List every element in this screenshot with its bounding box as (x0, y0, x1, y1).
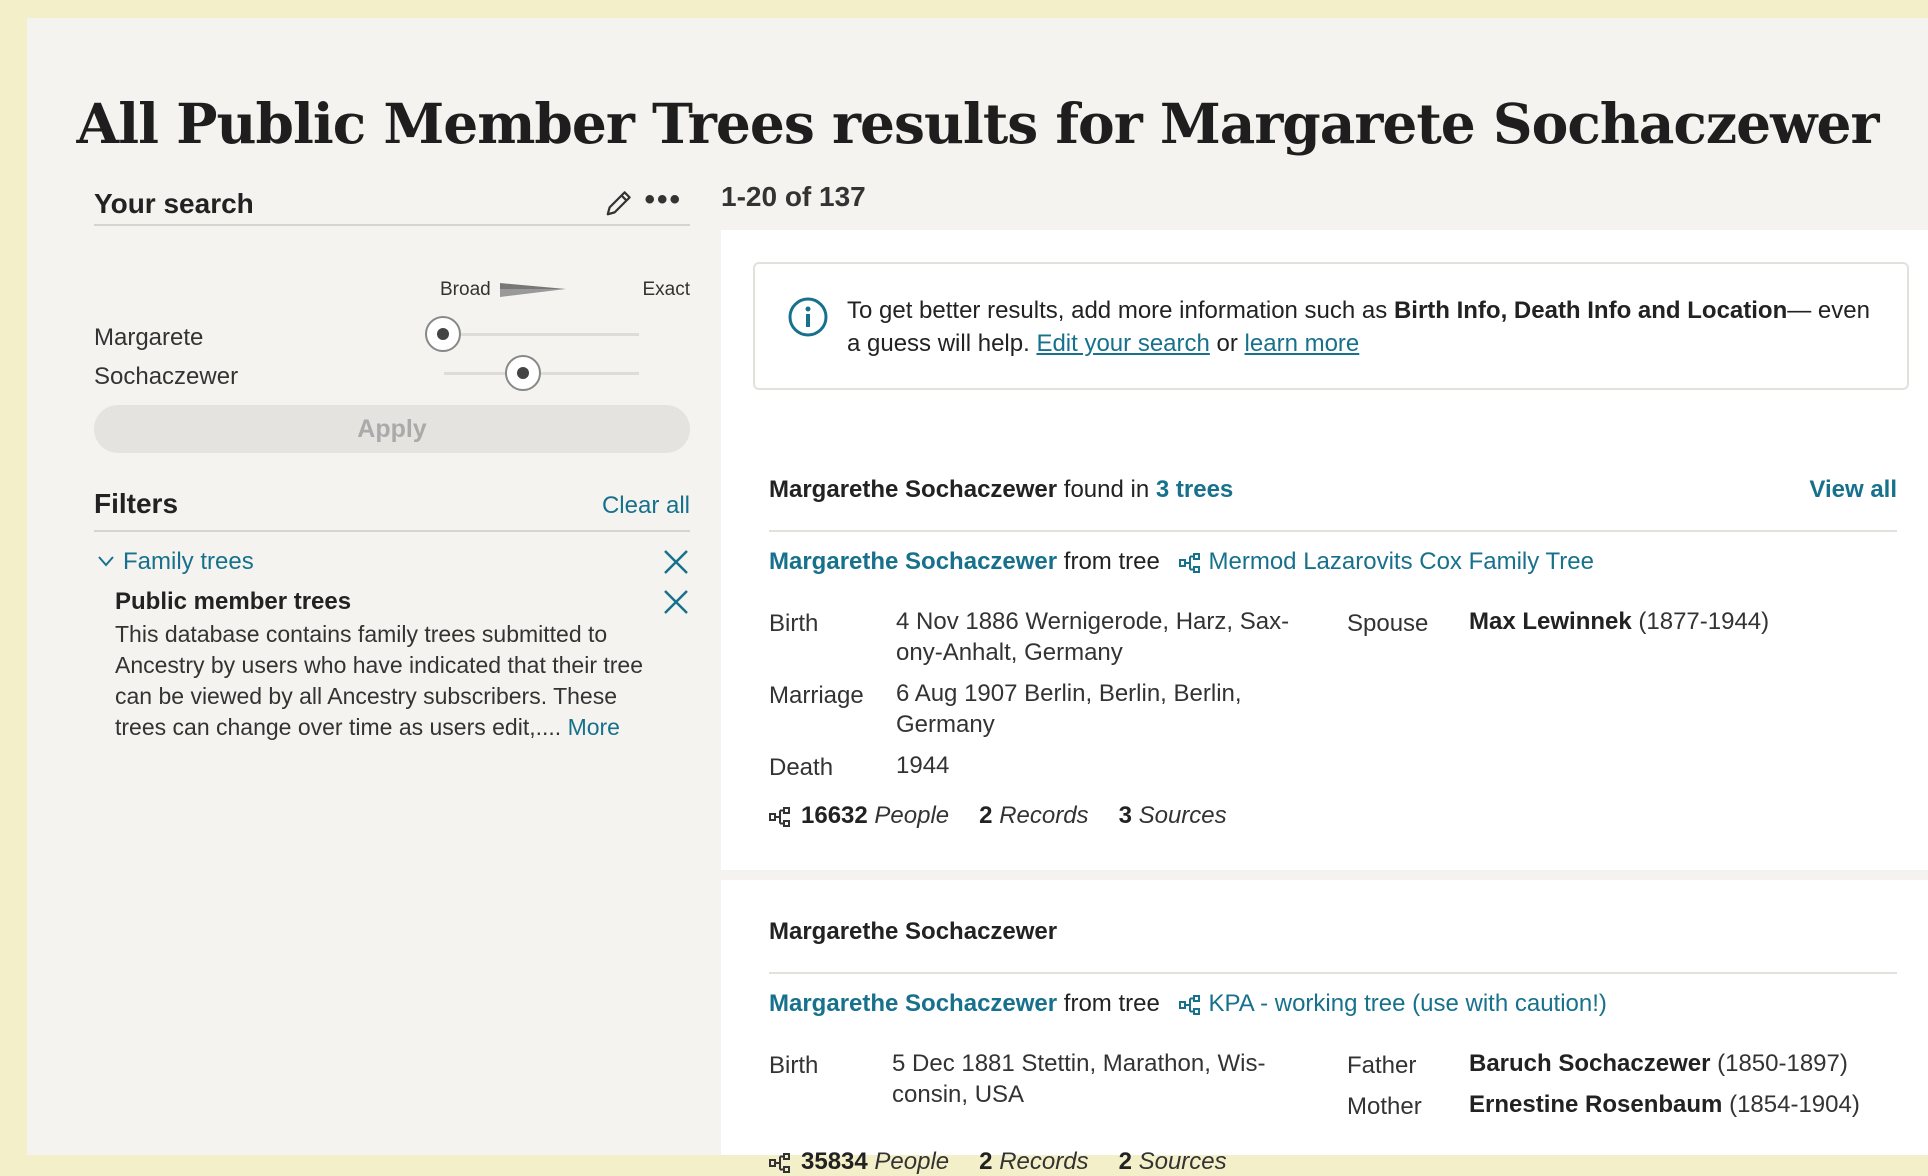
people-count: 35834 (801, 1148, 868, 1175)
records-count: 2 (979, 802, 993, 829)
your-search-title: Your search (94, 188, 254, 219)
last-name-slider-track[interactable] (444, 372, 639, 375)
more-link[interactable]: More (568, 714, 620, 740)
collection-title: Public member trees (115, 588, 352, 615)
edit-search-link[interactable]: Edit your search (1036, 330, 1209, 357)
father-years: (1850-1897) (1710, 1050, 1848, 1077)
relation-value-spouse: Max Lewinnek (1877-1944) (1469, 606, 1899, 637)
search-tip-box: To get better results, add more informat… (753, 262, 1909, 390)
card-divider (721, 870, 1928, 880)
records-count: 2 (979, 1148, 993, 1175)
remove-public-trees-close-icon[interactable] (662, 588, 690, 616)
records-label: Records (999, 802, 1089, 829)
relation-value-father: Baruch Sochaczewer (1850-1897) (1469, 1048, 1899, 1079)
tip-bold: Birth Info, Death Info and Location (1393, 297, 1788, 324)
wedge-icon (500, 283, 566, 297)
family-tree-icon (769, 1152, 790, 1173)
scale-broad-label: Broad (440, 279, 491, 300)
people-count: 16632 (801, 802, 868, 829)
sources-count: 3 (1118, 802, 1132, 829)
remove-family-trees-close-icon[interactable] (662, 548, 690, 576)
sources-count: 2 (1118, 1148, 1132, 1175)
from-tree-text: from tree (1057, 990, 1160, 1017)
fact-label-death: Death (769, 754, 834, 781)
fact-label-birth: Birth (769, 1052, 819, 1079)
tree-name-link[interactable]: KPA - working tree (use with caution!) (1209, 990, 1607, 1017)
results-count: 1-20 of 137 (721, 181, 866, 212)
apply-button[interactable]: Apply (94, 405, 690, 453)
more-options-icon[interactable]: ••• (644, 185, 682, 215)
sources-label: Sources (1138, 1148, 1227, 1175)
relation-label-spouse: Spouse (1347, 610, 1429, 637)
person-link[interactable]: Margarethe Sochaczewer (769, 990, 1057, 1017)
fact-label-marriage: Marriage (769, 682, 864, 709)
first-name-slider-handle[interactable] (425, 316, 461, 352)
spouse-name: Max Lewinnek (1469, 608, 1632, 635)
father-name: Baruch Sochaczewer (1469, 1050, 1711, 1077)
tip-or: or (1209, 330, 1245, 357)
scale-exact-label: Exact (642, 279, 690, 300)
fact-value-marriage: 6 Aug 1907 Berlin, Berlin, Berlin, Germa… (896, 680, 1242, 738)
fact-value-birth: 4 Nov 1886 Wernigerode, Harz, Sax-ony-An… (896, 608, 1290, 666)
page-title: All Public Member Trees results for Marg… (76, 90, 1880, 156)
family-tree-icon (1178, 994, 1200, 1015)
page: All Public Member Trees results for Marg… (27, 18, 1928, 1175)
first-name-slider-track[interactable] (444, 333, 639, 336)
tree-count-link[interactable]: 3 trees (1156, 476, 1233, 503)
filters-title: Filters (94, 488, 179, 519)
from-tree-row: Margarethe Sochaczewer from tree Mermod … (769, 548, 1594, 576)
fact-value-death: 1944 (896, 752, 950, 779)
first-name-label: Margarete (94, 324, 204, 351)
view-all-link[interactable]: View all (1809, 476, 1897, 504)
fact-value-birth: 5 Dec 1881 Stettin, Marathon, Wis-consin… (892, 1050, 1266, 1108)
mother-years: (1854-1904) (1722, 1091, 1860, 1118)
people-label: People (874, 1148, 950, 1175)
results-panel: To get better results, add more informat… (721, 230, 1928, 1175)
last-name-slider-handle[interactable] (505, 355, 541, 391)
family-trees-label: Family trees (123, 548, 254, 575)
person-link[interactable]: Margarethe Sochaczewer (769, 548, 1057, 575)
filters-header: Filters Clear all (94, 478, 690, 532)
relation-label-mother: Mother (1347, 1093, 1422, 1120)
mother-name: Ernestine Rosenbaum (1469, 1091, 1723, 1118)
tip-text-1: To get better results, add more informat… (847, 297, 1394, 324)
collection-description: This database contains family trees subm… (115, 619, 660, 743)
result-card: Margarethe Sochaczewer Margarethe Sochac… (769, 918, 1897, 1175)
result-card-header: Margarethe Sochaczewer found in 3 trees … (769, 476, 1897, 532)
pencil-icon[interactable] (604, 188, 634, 218)
sources-label: Sources (1138, 802, 1227, 829)
result-card: Margarethe Sochaczewer found in 3 trees … (769, 476, 1897, 829)
relation-value-mother: Ernestine Rosenbaum (1854-1904) (1469, 1089, 1899, 1120)
result-card-header: Margarethe Sochaczewer (769, 918, 1897, 974)
result-stats: 35834 People 2 Records 2 Sources (769, 1148, 1227, 1176)
info-icon (788, 297, 828, 337)
your-search-header: Your search ••• (94, 168, 690, 226)
from-tree-row: Margarethe Sochaczewer from tree KPA - w… (769, 990, 1607, 1018)
family-tree-icon (1178, 552, 1200, 573)
learn-more-link[interactable]: learn more (1245, 330, 1360, 357)
records-label: Records (999, 1148, 1089, 1175)
fact-label-birth: Birth (769, 610, 819, 637)
result-name: Margarethe Sochaczewer (769, 918, 1058, 945)
relation-label-father: Father (1347, 1052, 1417, 1079)
result-stats: 16632 People 2 Records 3 Sources (769, 802, 1227, 830)
from-tree-text: from tree (1057, 548, 1160, 575)
people-label: People (874, 802, 950, 829)
result-name: Margarethe Sochaczewer (769, 476, 1058, 503)
family-tree-icon (769, 806, 790, 827)
clear-all-link[interactable]: Clear all (602, 492, 690, 520)
found-in-text: found in (1057, 476, 1156, 503)
tree-name-link[interactable]: Mermod Lazarovits Cox Family Tree (1209, 548, 1594, 575)
search-sidebar: Your search ••• Broad Exact Margarete So… (94, 168, 690, 740)
search-tip-text: To get better results, add more informat… (847, 294, 1887, 360)
spouse-years: (1877-1944) (1631, 608, 1770, 635)
chevron-down-icon (98, 556, 114, 567)
exactness-scale: Broad Exact (440, 277, 690, 301)
collection-description-text: This database contains family trees subm… (115, 621, 644, 740)
last-name-label: Sochaczewer (94, 363, 239, 390)
